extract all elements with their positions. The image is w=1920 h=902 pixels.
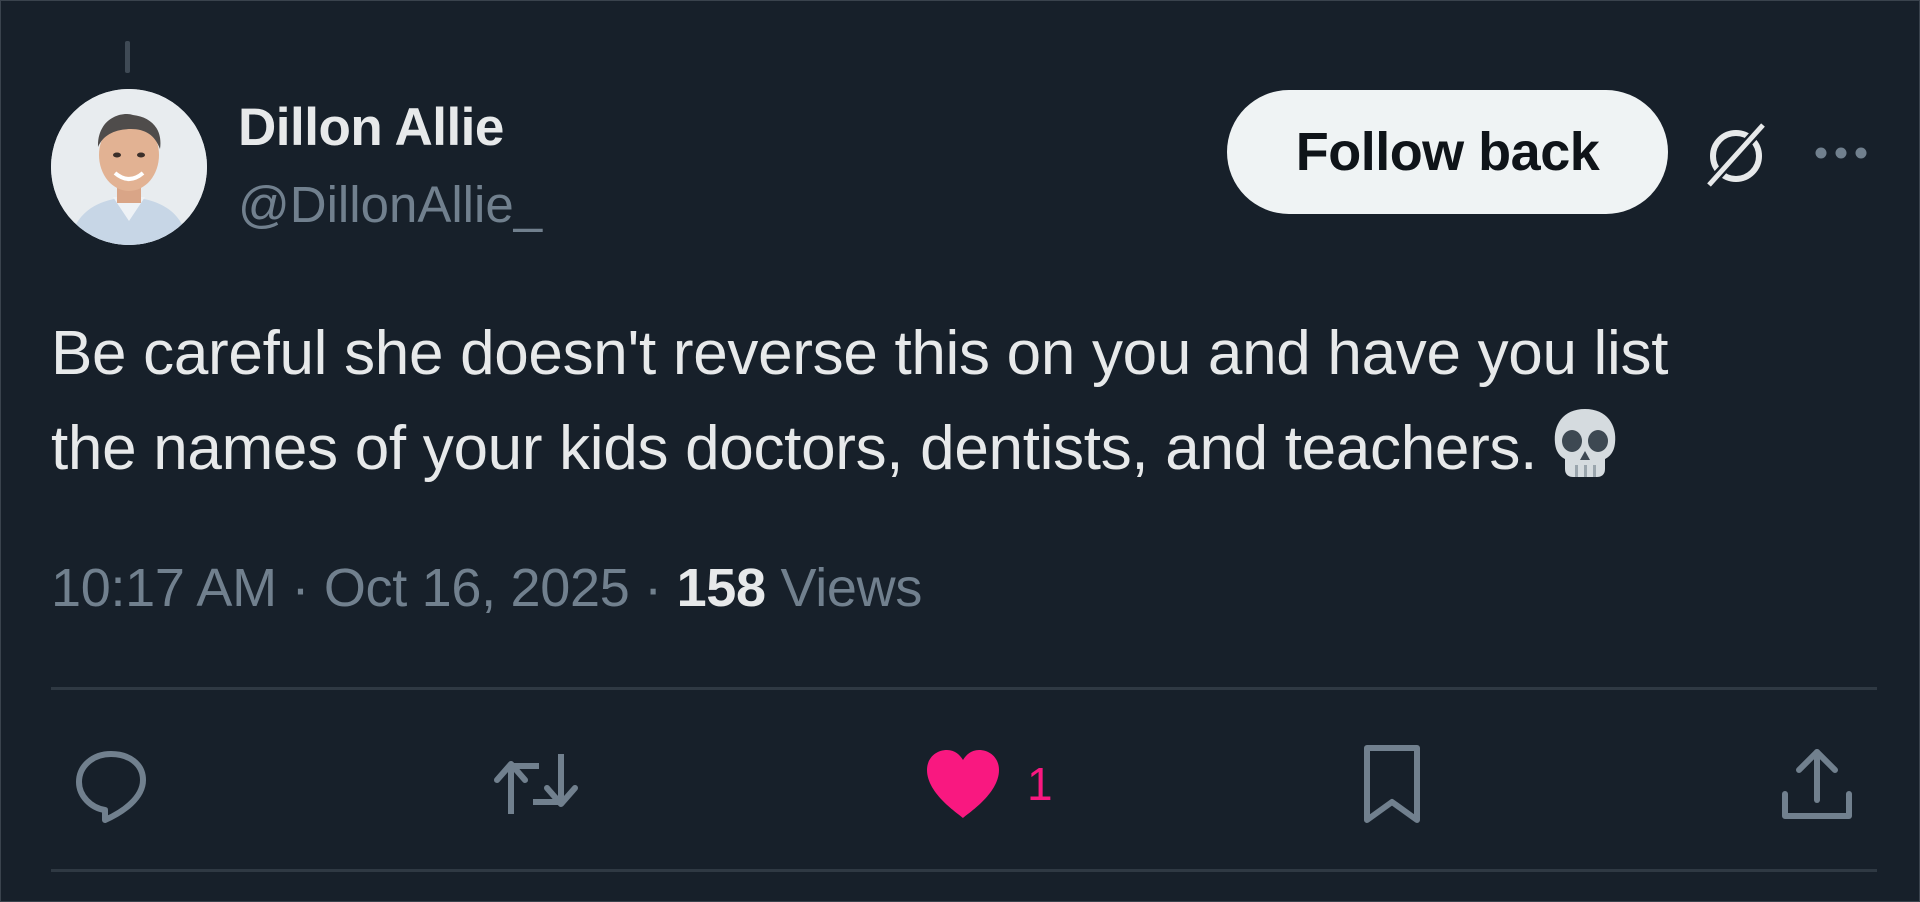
meta-separator: · [291, 558, 310, 618]
tweet-date[interactable]: Oct 16, 2025 [324, 558, 630, 618]
tweet-text-segment: the names of your kids doctors, dentists… [51, 414, 1538, 483]
tweet-card: Dillon Allie @DillonAllie_ Follow back B… [0, 0, 1920, 902]
meta-separator: · [644, 558, 662, 618]
divider [51, 687, 1877, 690]
follow-back-button[interactable]: Follow back [1227, 90, 1668, 214]
bookmark-icon [1364, 745, 1420, 823]
tweet-text-line: Be careful she doesn't reverse this on y… [51, 319, 1669, 388]
heart-icon [927, 750, 999, 818]
avatar[interactable] [51, 89, 207, 245]
bookmark-button[interactable] [1357, 739, 1427, 829]
views-count: 158 [676, 558, 767, 618]
tweet-text-line: the names of your kids doctors, dentists… [51, 401, 1881, 508]
reply-icon [76, 751, 146, 823]
author-display-name[interactable]: Dillon Allie [238, 97, 504, 158]
share-icon [1782, 749, 1852, 819]
reply-button[interactable] [71, 739, 151, 829]
skull-emoji-icon [1547, 405, 1623, 508]
thread-connector [125, 41, 130, 73]
share-button[interactable] [1777, 739, 1857, 829]
tweet-meta: 10:17 AM · Oct 16, 2025 · 158 Views [51, 557, 922, 619]
retweet-icon [494, 754, 578, 814]
author-handle[interactable]: @DillonAllie_ [238, 175, 542, 234]
divider [51, 869, 1877, 872]
like-button[interactable]: 1 [923, 739, 1053, 829]
more-options-icon[interactable] [1811, 141, 1871, 165]
like-count: 1 [1027, 758, 1053, 810]
views-label: Views [780, 558, 923, 618]
grok-icon[interactable] [1701, 119, 1771, 191]
tweet-time[interactable]: 10:17 AM [51, 558, 277, 618]
tweet-text: Be careful she doesn't reverse this on y… [51, 306, 1881, 508]
retweet-button[interactable] [491, 739, 581, 829]
